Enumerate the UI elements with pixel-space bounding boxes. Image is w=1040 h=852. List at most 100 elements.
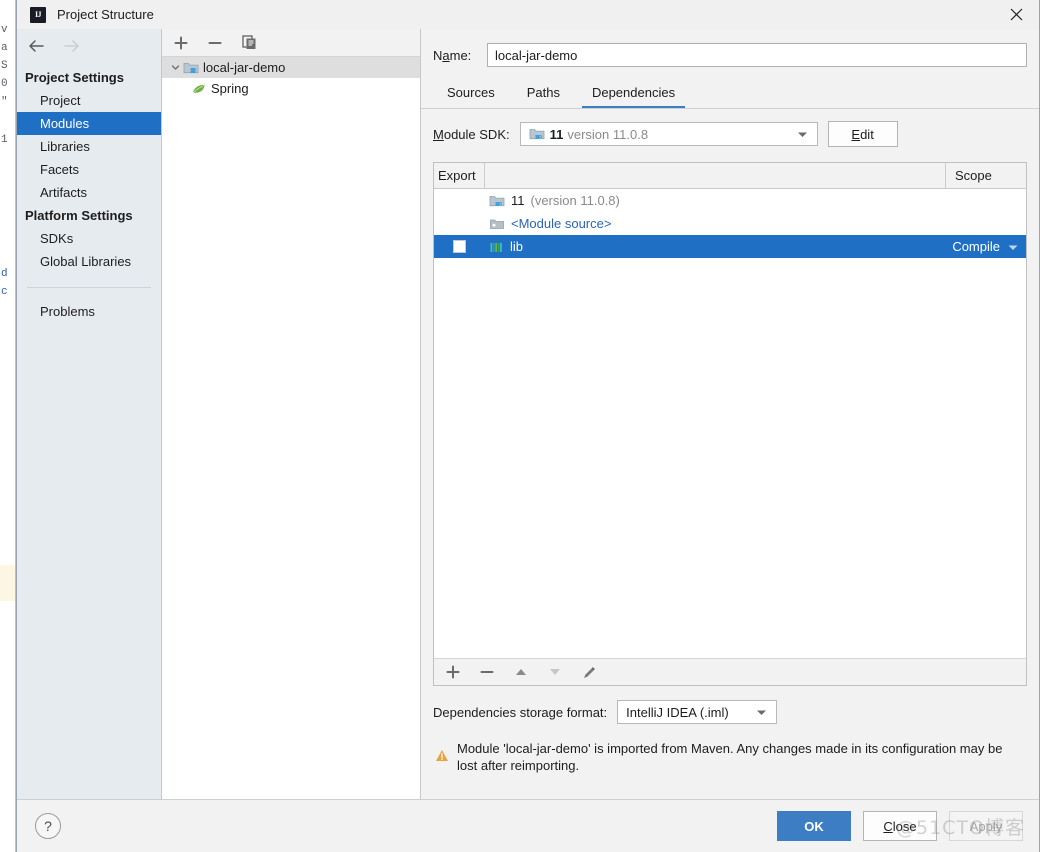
library-icon: [489, 240, 504, 254]
sidebar-item-sdks[interactable]: SDKs: [17, 227, 161, 250]
footer-buttons: OK Close Apply: [777, 811, 1023, 841]
pencil-icon[interactable]: [580, 663, 598, 681]
close-button[interactable]: Close: [863, 811, 937, 841]
dialog-title: Project Structure: [57, 7, 154, 22]
background-text-fragment: 1: [1, 134, 8, 146]
dependency-name-cell: <Module source>: [485, 216, 928, 231]
module-name-row: Name:: [421, 29, 1039, 67]
module-tree-toolbar: [162, 29, 420, 57]
module-sdk-row: Module SDK: 11 version 11.0.8: [421, 109, 1039, 147]
module-sdk-version-detail: version 11.0.8: [567, 127, 648, 142]
dialog-footer: ? OK Close Apply: [17, 799, 1039, 852]
intellij-idea-icon: IJ: [30, 7, 46, 23]
background-text-fragment: S: [1, 60, 8, 72]
help-button[interactable]: ?: [35, 813, 61, 839]
column-header-name[interactable]: [485, 163, 946, 189]
tree-row-label: local-jar-demo: [203, 60, 285, 75]
background-text-fragment: ": [1, 96, 8, 108]
chevron-down-icon[interactable]: [1008, 239, 1018, 254]
sidebar-item-libraries[interactable]: Libraries: [17, 135, 161, 158]
plus-icon[interactable]: [172, 34, 190, 52]
export-checkbox[interactable]: [453, 240, 466, 253]
column-header-export[interactable]: Export: [434, 163, 485, 189]
dependencies-toolbar: [434, 658, 1026, 685]
module-tabs: Sources Paths Dependencies: [421, 81, 1039, 109]
jdk-icon: [529, 127, 545, 141]
tree-row-local-jar-demo[interactable]: local-jar-demo: [162, 57, 420, 78]
module-tree-panel: local-jar-demo Spring: [161, 29, 421, 799]
sidebar-group-platform-settings: Platform Settings: [17, 204, 161, 227]
apply-button: Apply: [949, 811, 1023, 841]
table-row[interactable]: lib Compile: [434, 235, 1026, 258]
background-highlight-band: [0, 565, 16, 601]
sidebar-items: Project Settings Project Modules Librari…: [17, 63, 161, 323]
chevron-down-icon[interactable]: [168, 63, 182, 72]
arrow-down-icon: [546, 663, 564, 681]
table-row[interactable]: 11 (version 11.0.8): [434, 189, 1026, 212]
dialog-titlebar: IJ Project Structure: [17, 0, 1039, 29]
dependency-name: lib: [510, 239, 523, 254]
dependency-name: 11: [511, 193, 525, 208]
tab-paths[interactable]: Paths: [517, 85, 570, 108]
column-header-scope[interactable]: Scope: [946, 163, 1026, 189]
dependencies-table: Export Scope 11: [433, 162, 1027, 686]
close-icon[interactable]: [993, 0, 1039, 29]
minus-icon[interactable]: [478, 663, 496, 681]
scope-cell[interactable]: Compile: [928, 239, 1026, 254]
dependency-name-suffix: (version 11.0.8): [531, 193, 620, 208]
copy-icon[interactable]: [240, 34, 258, 52]
dependency-name: <Module source>: [511, 216, 611, 231]
plus-icon[interactable]: [444, 663, 462, 681]
minus-icon[interactable]: [206, 34, 224, 52]
dialog-body: Project Settings Project Modules Librari…: [17, 29, 1039, 799]
module-sdk-dropdown[interactable]: 11 version 11.0.8: [520, 122, 818, 146]
dependency-name-cell: lib: [485, 239, 928, 254]
background-ide-sliver: vaS 0 " 1 dc: [0, 0, 16, 852]
back-arrow-icon[interactable]: [27, 39, 45, 53]
arrow-up-icon[interactable]: [512, 663, 530, 681]
sidebar-item-artifacts[interactable]: Artifacts: [17, 181, 161, 204]
module-name-label: Name:: [433, 48, 487, 63]
module-sdk-version: 11: [550, 127, 564, 142]
scope-value: Compile: [952, 239, 1000, 254]
module-sdk-label: Module SDK:: [433, 127, 510, 142]
settings-sidebar: Project Settings Project Modules Librari…: [17, 29, 161, 799]
sidebar-item-project[interactable]: Project: [17, 89, 161, 112]
tree-row-label: Spring: [211, 81, 249, 96]
module-name-input[interactable]: [487, 43, 1027, 67]
chevron-down-icon: [797, 127, 808, 142]
background-text-fragment: 0: [1, 78, 8, 90]
background-text-fragment: c: [1, 286, 8, 298]
storage-format-row: Dependencies storage format: IntelliJ ID…: [421, 686, 1039, 724]
dependency-name-cell: 11 (version 11.0.8): [485, 193, 928, 208]
background-text-fragment: a: [1, 42, 8, 54]
background-text-fragment: v: [1, 24, 8, 36]
module-detail-panel: Name: Sources Paths Dependencies Module …: [421, 29, 1039, 799]
sidebar-item-modules[interactable]: Modules: [17, 112, 161, 135]
spring-leaf-icon: [190, 82, 208, 96]
module-folder-icon: [182, 61, 200, 75]
forward-arrow-icon: [63, 39, 81, 53]
edit-sdk-button[interactable]: Edit: [828, 121, 898, 147]
warning-triangle-icon: [435, 749, 449, 774]
storage-format-dropdown[interactable]: IntelliJ IDEA (.iml): [617, 700, 777, 724]
table-row[interactable]: <Module source>: [434, 212, 1026, 235]
sidebar-item-global-libraries[interactable]: Global Libraries: [17, 250, 161, 273]
sidebar-item-problems[interactable]: Problems: [17, 300, 161, 323]
ok-button[interactable]: OK: [777, 811, 851, 841]
jdk-icon: [489, 194, 505, 208]
maven-warning-text: Module 'local-jar-demo' is imported from…: [457, 740, 1023, 774]
module-source-icon: [489, 217, 505, 231]
tab-sources[interactable]: Sources: [437, 85, 505, 108]
chevron-down-icon: [756, 705, 767, 720]
sidebar-item-facets[interactable]: Facets: [17, 158, 161, 181]
export-cell: [434, 240, 485, 253]
storage-format-value: IntelliJ IDEA (.iml): [626, 705, 729, 720]
sidebar-divider: [27, 287, 151, 288]
sidebar-group-project-settings: Project Settings: [17, 66, 161, 89]
tree-row-spring[interactable]: Spring: [162, 78, 420, 99]
background-text-fragment: d: [1, 268, 8, 280]
tab-dependencies[interactable]: Dependencies: [582, 85, 685, 108]
dependencies-table-header: Export Scope: [434, 163, 1026, 189]
sidebar-nav-arrows: [17, 29, 161, 63]
